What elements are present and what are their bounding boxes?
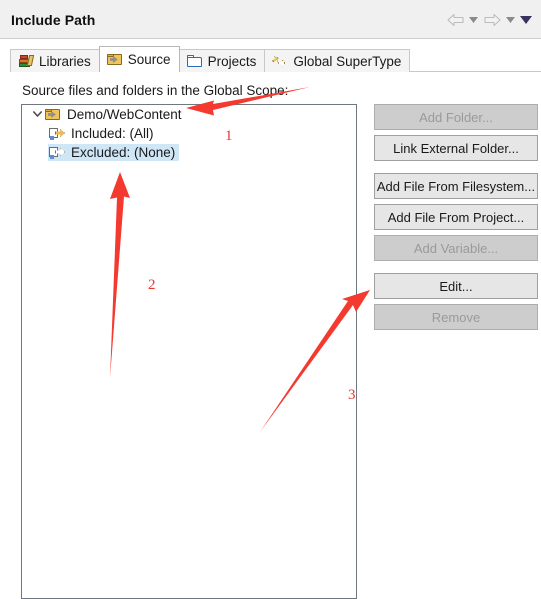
- view-menu-caret[interactable]: [519, 11, 532, 29]
- excluded-icon: [49, 145, 66, 160]
- navigation-toolbar: [445, 11, 532, 29]
- back-history-caret[interactable]: [467, 11, 480, 29]
- forward-history-caret[interactable]: [504, 11, 517, 29]
- books-icon: [18, 54, 35, 69]
- source-tab-panel: Source files and folders in the Global S…: [10, 71, 541, 599]
- source-folder-icon: [45, 107, 62, 122]
- forward-button[interactable]: [482, 11, 502, 29]
- window-title-bar: Include Path: [0, 0, 541, 39]
- edit-button[interactable]: Edit...: [374, 273, 538, 299]
- page-title: Include Path: [11, 12, 96, 28]
- tab-projects[interactable]: Projects: [178, 49, 266, 72]
- folder-icon: [186, 54, 203, 69]
- add-file-from-filesystem-button[interactable]: Add File From Filesystem...: [374, 173, 538, 199]
- tree-item-root-label: Demo/WebContent: [67, 107, 182, 122]
- source-folder-icon: [106, 52, 123, 67]
- tree-item-excluded[interactable]: Excluded: (None): [22, 143, 356, 162]
- source-tree[interactable]: Demo/WebContent Included: (All) Excluded…: [21, 104, 357, 599]
- action-button-column: Add Folder... Link External Folder... Ad…: [374, 104, 538, 335]
- tree-item-root[interactable]: Demo/WebContent: [22, 105, 356, 124]
- tree-item-included-label: Included: (All): [71, 126, 154, 141]
- tree-item-included[interactable]: Included: (All): [22, 124, 356, 143]
- tree-item-excluded-label: Excluded: (None): [71, 145, 176, 160]
- add-folder-button[interactable]: Add Folder...: [374, 104, 538, 130]
- included-icon: [49, 126, 66, 141]
- arrows-icon: [272, 54, 288, 69]
- tab-projects-label: Projects: [207, 53, 257, 69]
- tab-libraries-label: Libraries: [39, 53, 91, 69]
- back-button[interactable]: [445, 11, 465, 29]
- tab-global-supertype[interactable]: Global SuperType: [264, 49, 411, 72]
- remove-button[interactable]: Remove: [374, 304, 538, 330]
- add-file-from-project-button[interactable]: Add File From Project...: [374, 204, 538, 230]
- link-external-folder-button[interactable]: Link External Folder...: [374, 135, 538, 161]
- tab-libraries[interactable]: Libraries: [10, 49, 100, 72]
- tab-source-label: Source: [127, 52, 171, 67]
- add-variable-button[interactable]: Add Variable...: [374, 235, 538, 261]
- panel-description: Source files and folders in the Global S…: [22, 83, 289, 98]
- chevron-down-icon[interactable]: [29, 107, 45, 123]
- tab-bar: Libraries Source Projects Global SuperTy…: [10, 46, 411, 72]
- tab-source[interactable]: Source: [98, 46, 180, 72]
- tab-global-supertype-label: Global SuperType: [293, 53, 402, 69]
